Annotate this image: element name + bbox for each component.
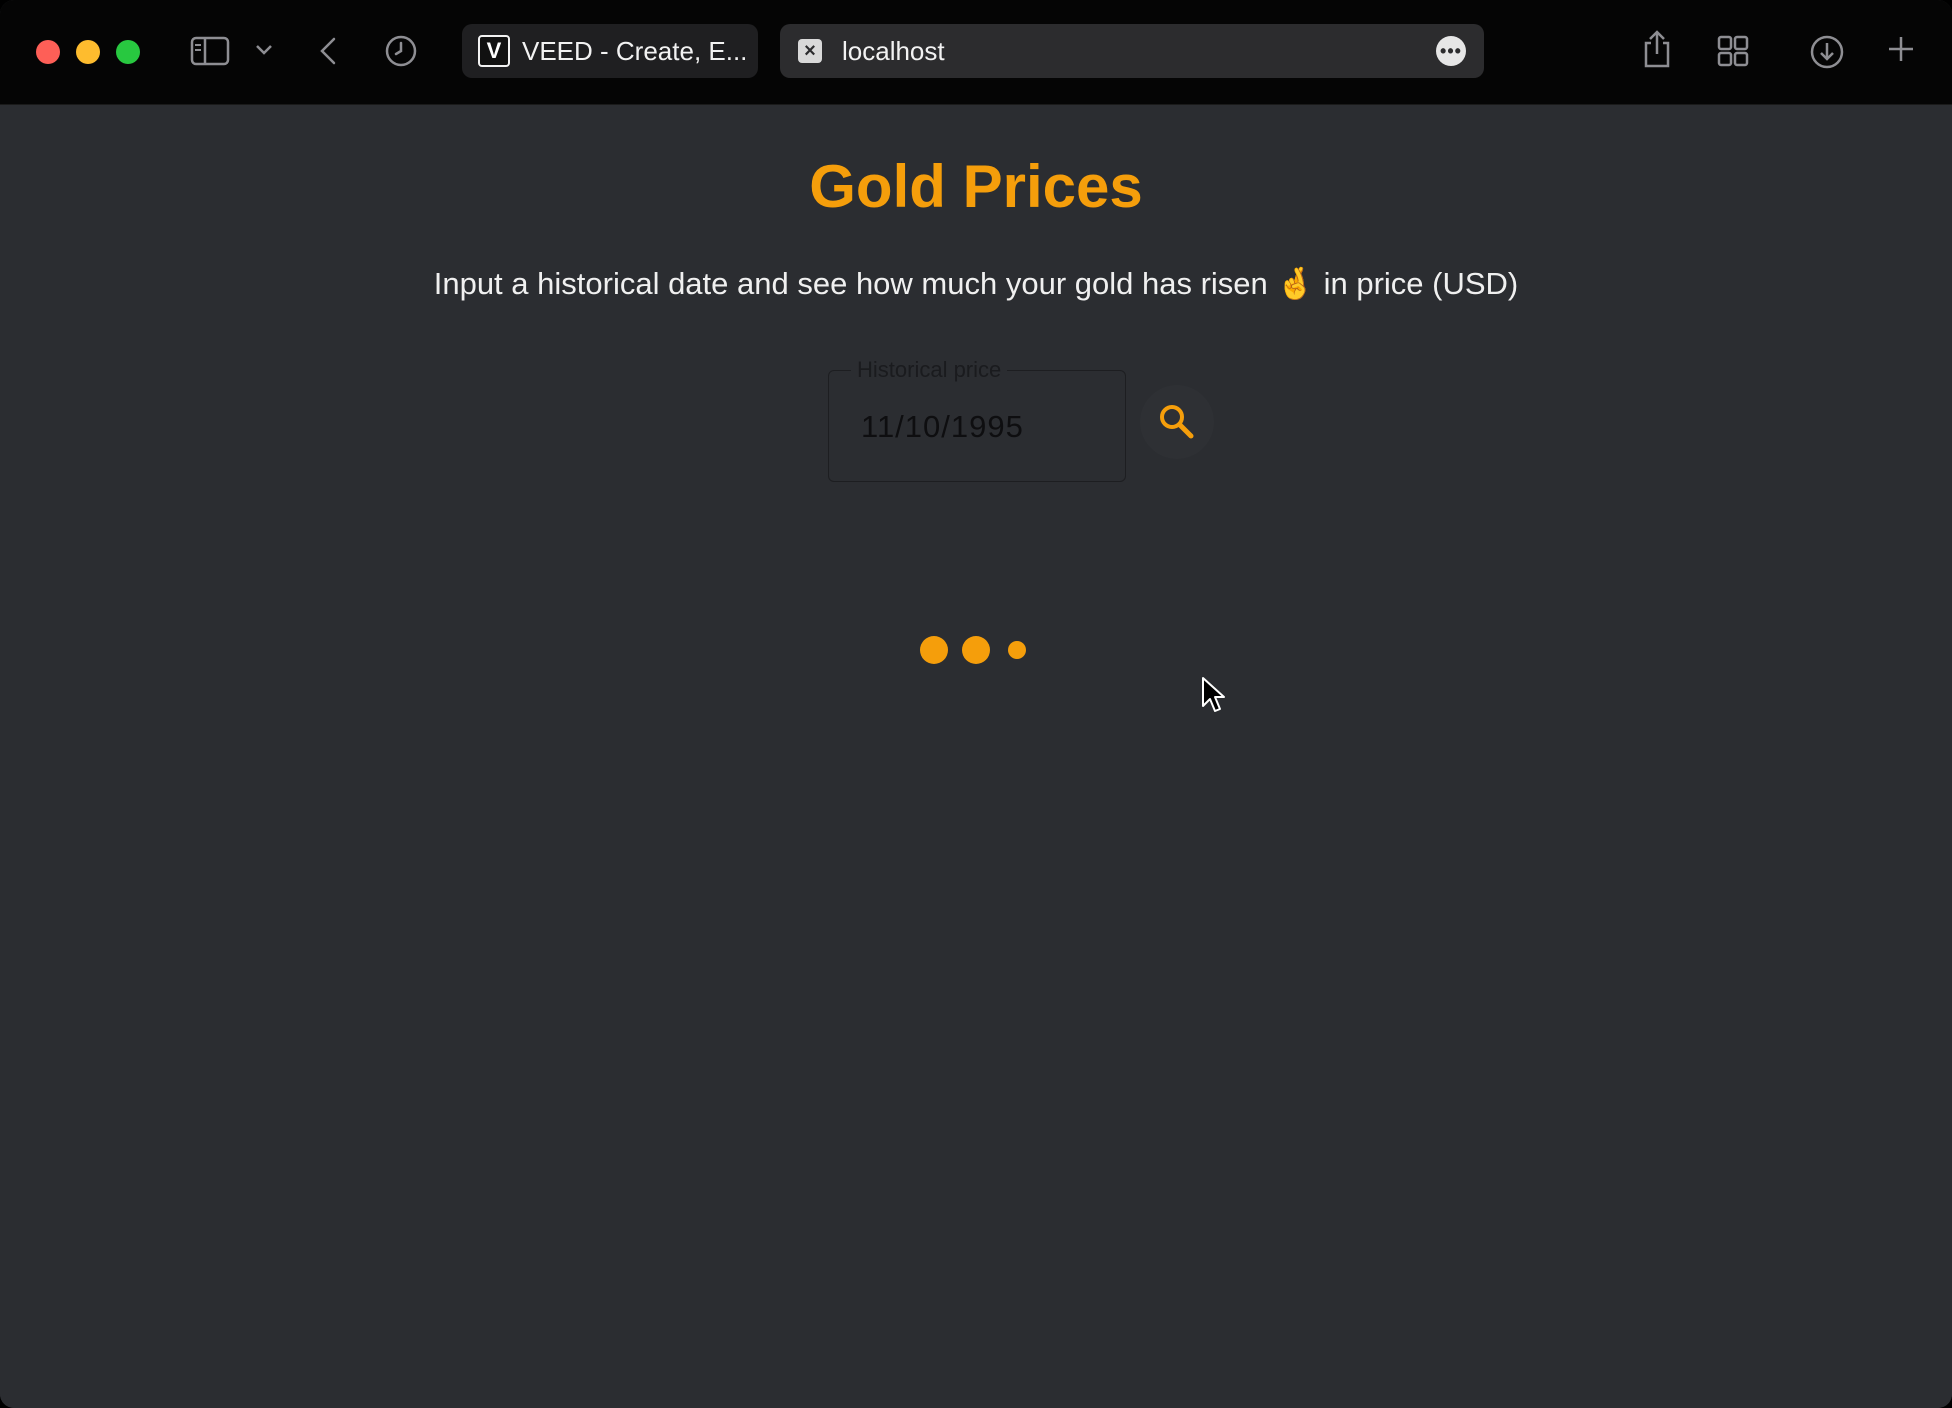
- page-content: Gold Prices Input a historical date and …: [0, 105, 1952, 1408]
- mouse-cursor-icon: [1202, 677, 1225, 712]
- minimize-window-button[interactable]: [76, 40, 100, 64]
- page-subtitle: Input a historical date and see how much…: [0, 265, 1952, 302]
- subtitle-text-end: in price (USD): [1315, 266, 1519, 301]
- back-arrow-icon[interactable]: [316, 34, 340, 68]
- more-options-icon[interactable]: •••: [1436, 36, 1466, 66]
- loader-dot: [920, 636, 948, 664]
- zoom-window-button[interactable]: [116, 40, 140, 64]
- date-field-label: Historical price: [851, 357, 1008, 383]
- browser-toolbar: V VEED - Create, E... × localhost •••: [0, 0, 1952, 105]
- search-icon: [1160, 405, 1194, 439]
- x-icon: ×: [798, 39, 822, 63]
- search-button[interactable]: [1140, 385, 1214, 459]
- crossed-fingers-icon: 🤞: [1276, 266, 1315, 301]
- tab-overview-icon[interactable]: [1716, 34, 1750, 68]
- historical-date-field[interactable]: Historical price 11/10/1995: [828, 357, 1126, 482]
- loader-dot: [962, 636, 990, 664]
- subtitle-text: Input a historical date and see how much…: [433, 266, 1277, 301]
- date-input[interactable]: 11/10/1995: [861, 409, 1024, 445]
- new-tab-plus-icon[interactable]: [1886, 34, 1916, 64]
- sidebar-toggle-icon[interactable]: [190, 34, 230, 68]
- history-clock-icon[interactable]: [384, 34, 418, 68]
- chevron-down-icon[interactable]: [254, 40, 274, 60]
- tab-localhost[interactable]: × localhost •••: [780, 24, 1484, 78]
- tab-label: VEED - Create, E...: [522, 35, 748, 66]
- tab-label: localhost: [842, 35, 945, 66]
- loader-dot: [1008, 641, 1026, 659]
- tab-veed[interactable]: V VEED - Create, E...: [462, 24, 758, 78]
- download-icon[interactable]: [1809, 34, 1845, 70]
- veed-favicon-icon: V: [478, 35, 510, 67]
- share-icon[interactable]: [1640, 28, 1674, 70]
- three-dot-loader: [918, 630, 1038, 670]
- close-window-button[interactable]: [36, 40, 60, 64]
- page-title: Gold Prices: [809, 153, 1143, 220]
- browser-window: V VEED - Create, E... × localhost ••• Go…: [0, 0, 1952, 1408]
